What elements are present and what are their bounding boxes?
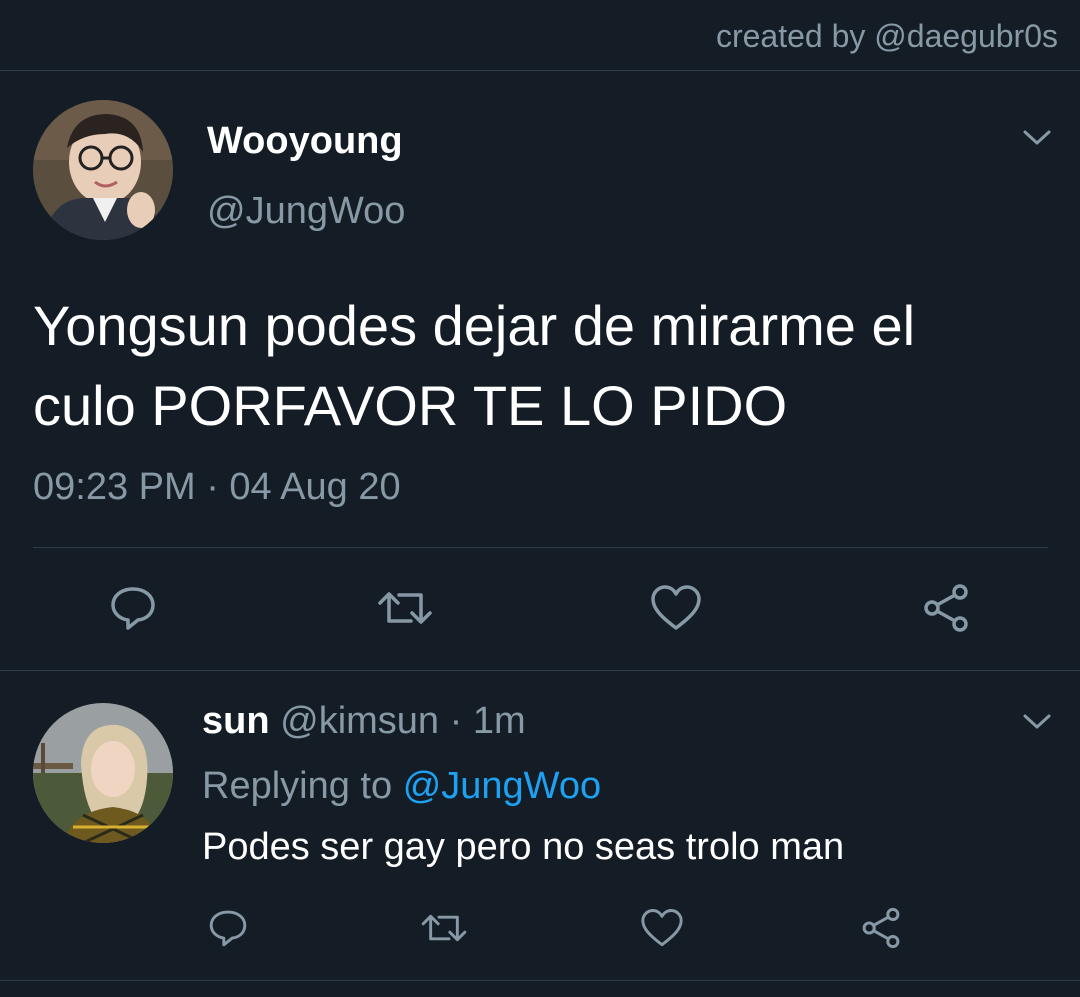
reply-header: sun @kimsun · 1m bbox=[202, 700, 526, 743]
retweet-icon bbox=[421, 914, 467, 942]
reply-handle-time[interactable]: @kimsun · 1m bbox=[280, 700, 526, 742]
credit-bar: created by @daegubr0s bbox=[0, 0, 1080, 70]
tweet-screenshot: created by @daegubr0s Wooyoung @JungWoo … bbox=[0, 0, 1080, 997]
reply-text: Podes ser gay pero no seas trolo man bbox=[202, 826, 845, 868]
replying-label: Replying to bbox=[202, 765, 393, 807]
share-icon bbox=[862, 907, 900, 949]
retweet-button[interactable] bbox=[375, 580, 435, 636]
tweet-text: Yongsun podes dejar de mirarme el culo P… bbox=[33, 286, 1048, 446]
reply-like-button[interactable] bbox=[639, 905, 685, 951]
reply-share-button[interactable] bbox=[858, 905, 904, 951]
tweet-divider bbox=[0, 670, 1080, 671]
heart-icon bbox=[641, 909, 683, 947]
tweet-text-line-2: culo PORFAVOR TE LO PIDO bbox=[33, 374, 788, 437]
comment-icon bbox=[111, 587, 155, 630]
chevron-down-icon[interactable] bbox=[1022, 128, 1052, 148]
credit-text: created by @daegubr0s bbox=[715, 18, 1058, 54]
main-handle[interactable]: @JungWoo bbox=[207, 190, 405, 233]
comment-button[interactable] bbox=[105, 580, 161, 636]
main-avatar[interactable] bbox=[33, 100, 173, 240]
actions-divider bbox=[33, 547, 1048, 548]
chevron-down-icon[interactable] bbox=[1022, 712, 1052, 732]
retweet-icon bbox=[378, 592, 432, 624]
reply-avatar[interactable] bbox=[33, 703, 173, 843]
reply-retweet-button[interactable] bbox=[418, 905, 470, 951]
replying-handle-link[interactable]: @JungWoo bbox=[403, 765, 601, 807]
share-button[interactable] bbox=[918, 580, 974, 636]
replying-to: Replying to @JungWoo bbox=[202, 765, 601, 808]
comment-icon bbox=[209, 910, 247, 947]
heart-icon bbox=[651, 585, 701, 630]
top-divider bbox=[0, 70, 1080, 71]
reply-display-name[interactable]: sun bbox=[202, 700, 270, 742]
bottom-divider bbox=[0, 980, 1080, 981]
share-icon bbox=[924, 584, 968, 632]
avatar-image bbox=[33, 100, 173, 240]
like-button[interactable] bbox=[648, 580, 704, 636]
tweet-timestamp: 09:23 PM · 04 Aug 20 bbox=[33, 466, 401, 508]
avatar-image bbox=[33, 703, 173, 843]
main-display-name[interactable]: Wooyoung bbox=[207, 120, 403, 163]
reply-comment-button[interactable] bbox=[205, 905, 251, 951]
tweet-text-line-1: Yongsun podes dejar de mirarme el bbox=[33, 294, 916, 357]
